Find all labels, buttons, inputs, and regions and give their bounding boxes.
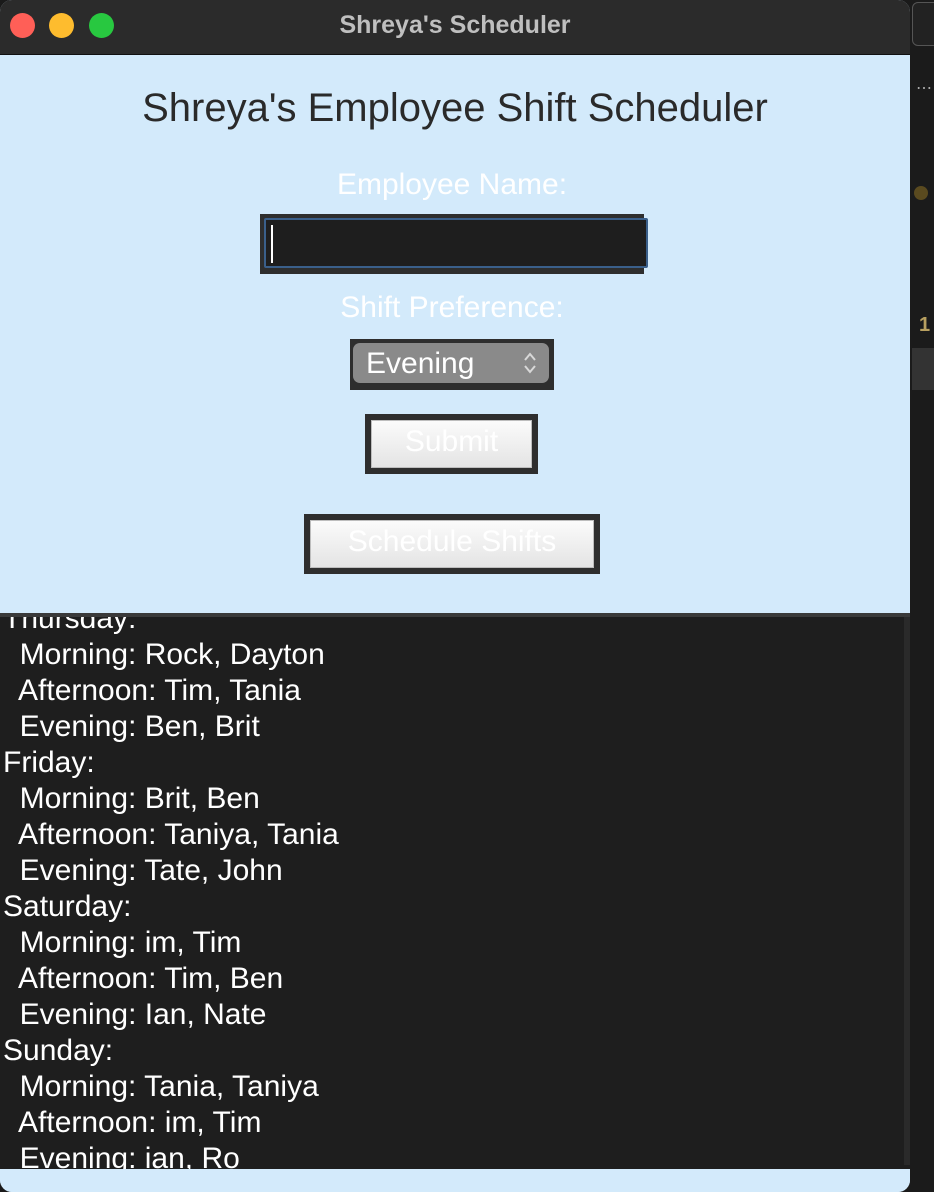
text-caret — [271, 225, 273, 263]
schedule-line: Evening: ian, Ro — [3, 1142, 240, 1169]
shift-preference-frame: Evening — [350, 339, 554, 390]
schedule-line: Afternoon: Tim, Tania — [3, 674, 301, 707]
schedule-line: Sunday: — [3, 1034, 114, 1067]
employee-name-field-frame — [260, 214, 648, 274]
background-tab — [912, 2, 934, 46]
background-editor-window — [910, 0, 934, 1192]
more-icon: ⋯ — [916, 80, 932, 97]
schedule-line: Evening: Ben, Brit — [3, 710, 260, 743]
schedule-line: Evening: Tate, John — [3, 854, 283, 887]
schedule-output-text[interactable]: Thursday: Morning: Rock, Dayton Afternoo… — [0, 613, 910, 1169]
schedule-line: Morning: Rock, Dayton — [3, 638, 325, 671]
schedule-shifts-button-frame: Schedule Shifts — [304, 514, 600, 574]
up-down-chevron-icon — [524, 352, 536, 374]
background-highlight — [912, 348, 934, 390]
schedule-line: Saturday: — [3, 890, 132, 923]
window-title: Shreya's Scheduler — [339, 11, 571, 39]
app-window: Shreya's Scheduler Shreya's Employee Shi… — [0, 0, 910, 1192]
schedule-line: Friday: — [3, 746, 95, 779]
schedule-line: Afternoon: Tim, Ben — [3, 962, 284, 995]
schedule-line: Afternoon: Taniya, Tania — [3, 818, 339, 851]
window-bottom-edge — [0, 1169, 910, 1192]
schedule-line: Thursday: — [3, 613, 137, 635]
shift-preference-label: Shift Preference: — [340, 291, 564, 324]
submit-button-frame: Submit — [365, 414, 538, 474]
schedule-output-lines: Thursday: Morning: Rock, Dayton Afternoo… — [3, 613, 903, 1169]
shift-preference-value: Evening — [366, 347, 475, 380]
schedule-line: Morning: Tania, Taniya — [3, 1070, 319, 1103]
employee-name-label: Employee Name: — [336, 168, 568, 201]
background-dot-icon — [914, 186, 928, 200]
employee-name-input[interactable] — [264, 218, 648, 268]
shift-preference-select[interactable]: Evening — [353, 343, 549, 383]
schedule-line: Morning: im, Tim — [3, 926, 242, 959]
page-title: Shreya's Employee Shift Scheduler — [142, 86, 768, 130]
schedule-line: Morning: Brit, Ben — [3, 782, 260, 815]
background-line-number: 1 — [919, 314, 931, 336]
schedule-shifts-button[interactable]: Schedule Shifts — [310, 520, 594, 568]
schedule-line: Afternoon: im, Tim — [3, 1106, 262, 1139]
title-bar[interactable]: Shreya's Scheduler — [0, 0, 910, 55]
submit-button[interactable]: Submit — [371, 420, 532, 468]
schedule-line: Evening: Ian, Nate — [3, 998, 267, 1031]
